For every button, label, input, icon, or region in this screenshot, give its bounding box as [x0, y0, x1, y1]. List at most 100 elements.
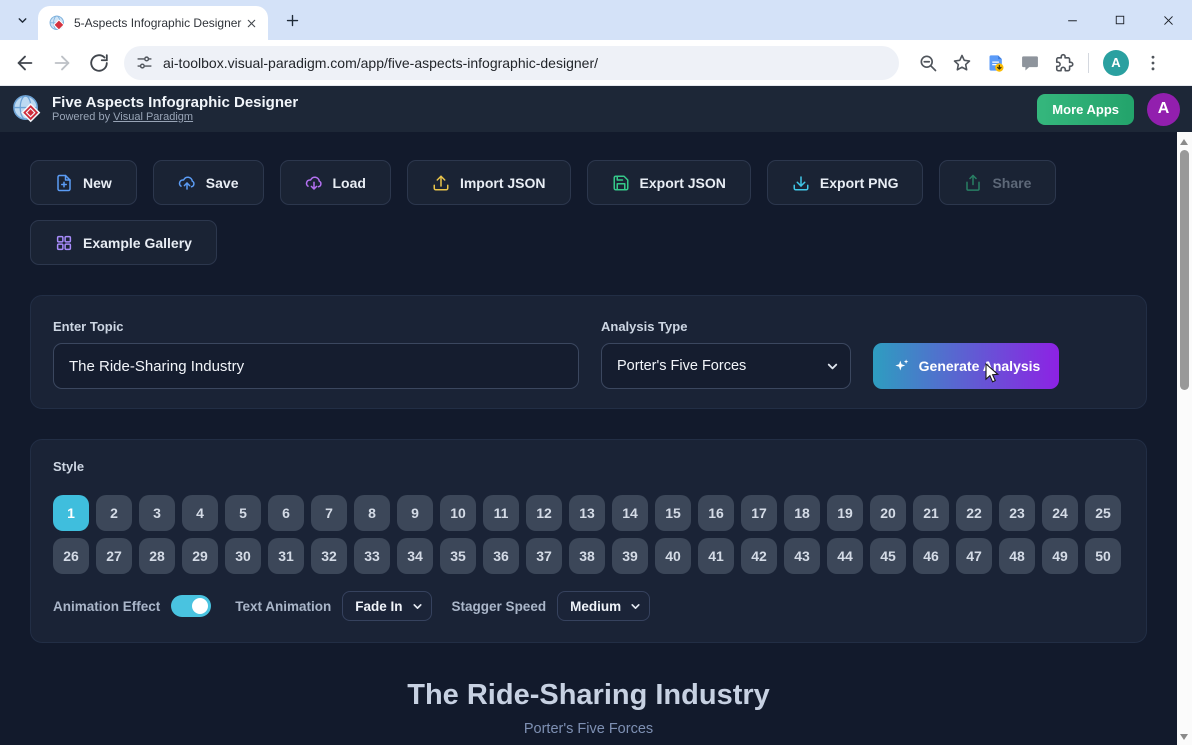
example-gallery-label: Example Gallery: [83, 234, 192, 251]
bookmark-star-icon[interactable]: [952, 53, 972, 73]
zoom-icon[interactable]: [918, 53, 938, 73]
action-button-load[interactable]: Load: [279, 160, 391, 205]
style-button-28[interactable]: 28: [139, 538, 175, 574]
style-button-6[interactable]: 6: [268, 495, 304, 531]
tab-search-button[interactable]: [9, 7, 36, 34]
style-button-36[interactable]: 36: [483, 538, 519, 574]
forward-icon[interactable]: [51, 52, 73, 74]
close-window-button[interactable]: [1144, 0, 1192, 40]
style-button-7[interactable]: 7: [311, 495, 347, 531]
style-button-38[interactable]: 38: [569, 538, 605, 574]
animation-effect-toggle[interactable]: [171, 595, 212, 617]
minimize-button[interactable]: [1048, 0, 1096, 40]
action-button-export-png[interactable]: Export PNG: [766, 160, 924, 205]
style-button-15[interactable]: 15: [655, 495, 691, 531]
action-button-import-json[interactable]: Import JSON: [406, 160, 571, 205]
style-button-16[interactable]: 16: [698, 495, 734, 531]
style-button-32[interactable]: 32: [311, 538, 347, 574]
style-button-45[interactable]: 45: [870, 538, 906, 574]
style-button-35[interactable]: 35: [440, 538, 476, 574]
style-button-47[interactable]: 47: [956, 538, 992, 574]
new-tab-button[interactable]: [281, 9, 304, 32]
style-button-34[interactable]: 34: [397, 538, 433, 574]
style-button-44[interactable]: 44: [827, 538, 863, 574]
analysis-type-select[interactable]: Porter's Five Forces: [601, 343, 851, 389]
style-button-10[interactable]: 10: [440, 495, 476, 531]
grid-icon: [55, 234, 73, 252]
tune-icon[interactable]: [136, 54, 153, 71]
style-button-39[interactable]: 39: [612, 538, 648, 574]
style-button-41[interactable]: 41: [698, 538, 734, 574]
menu-dots-icon[interactable]: [1143, 53, 1163, 73]
style-button-2[interactable]: 2: [96, 495, 132, 531]
style-button-19[interactable]: 19: [827, 495, 863, 531]
style-button-17[interactable]: 17: [741, 495, 777, 531]
text-animation-select[interactable]: Fade In: [342, 591, 432, 621]
style-button-9[interactable]: 9: [397, 495, 433, 531]
style-button-5[interactable]: 5: [225, 495, 261, 531]
style-button-23[interactable]: 23: [999, 495, 1035, 531]
user-avatar[interactable]: A: [1147, 92, 1180, 126]
style-button-40[interactable]: 40: [655, 538, 691, 574]
docs-offline-icon[interactable]: [986, 53, 1006, 73]
style-button-4[interactable]: 4: [182, 495, 218, 531]
more-apps-button[interactable]: More Apps: [1037, 93, 1134, 125]
style-button-21[interactable]: 21: [913, 495, 949, 531]
style-button-27[interactable]: 27: [96, 538, 132, 574]
style-button-24[interactable]: 24: [1042, 495, 1078, 531]
favicon: [49, 15, 65, 31]
style-button-25[interactable]: 25: [1085, 495, 1121, 531]
style-button-1[interactable]: 1: [53, 495, 89, 531]
style-button-29[interactable]: 29: [182, 538, 218, 574]
action-button-share[interactable]: Share: [939, 160, 1057, 205]
example-gallery-button[interactable]: Example Gallery: [30, 220, 217, 265]
tab-close-icon[interactable]: [243, 15, 260, 32]
extensions-icon[interactable]: [1054, 53, 1074, 73]
action-button-new[interactable]: New: [30, 160, 137, 205]
style-button-48[interactable]: 48: [999, 538, 1035, 574]
style-button-12[interactable]: 12: [526, 495, 562, 531]
topic-field-block: Enter Topic: [53, 319, 579, 389]
visual-paradigm-logo: [13, 94, 41, 122]
address-bar[interactable]: ai-toolbox.visual-paradigm.com/app/five-…: [124, 45, 899, 80]
visual-paradigm-link[interactable]: Visual Paradigm: [113, 111, 193, 123]
share-icon: [964, 174, 982, 192]
style-button-11[interactable]: 11: [483, 495, 519, 531]
reload-icon[interactable]: [88, 52, 110, 74]
action-button-save[interactable]: Save: [152, 160, 264, 205]
scroll-up-arrow-icon[interactable]: [1180, 139, 1188, 145]
style-button-43[interactable]: 43: [784, 538, 820, 574]
generate-analysis-button[interactable]: Generate Analysis: [873, 343, 1059, 389]
back-icon[interactable]: [14, 52, 36, 74]
feedback-icon[interactable]: [1020, 53, 1040, 73]
maximize-button[interactable]: [1096, 0, 1144, 40]
style-button-50[interactable]: 50: [1085, 538, 1121, 574]
scroll-down-arrow-icon[interactable]: [1180, 734, 1188, 740]
action-button-export-json[interactable]: Export JSON: [586, 160, 751, 205]
style-button-37[interactable]: 37: [526, 538, 562, 574]
profile-avatar[interactable]: A: [1103, 49, 1129, 76]
style-button-31[interactable]: 31: [268, 538, 304, 574]
style-button-13[interactable]: 13: [569, 495, 605, 531]
style-button-33[interactable]: 33: [354, 538, 390, 574]
style-button-26[interactable]: 26: [53, 538, 89, 574]
download-icon: [792, 174, 810, 192]
topic-input[interactable]: [53, 343, 579, 389]
style-button-49[interactable]: 49: [1042, 538, 1078, 574]
style-button-22[interactable]: 22: [956, 495, 992, 531]
style-button-18[interactable]: 18: [784, 495, 820, 531]
toggle-knob: [192, 598, 209, 614]
style-button-3[interactable]: 3: [139, 495, 175, 531]
style-button-42[interactable]: 42: [741, 538, 777, 574]
stagger-speed-select[interactable]: Medium: [557, 591, 651, 621]
browser-tab[interactable]: 5-Aspects Infographic Designer: [38, 6, 268, 40]
style-button-20[interactable]: 20: [870, 495, 906, 531]
style-button-14[interactable]: 14: [612, 495, 648, 531]
style-button-46[interactable]: 46: [913, 538, 949, 574]
style-button-8[interactable]: 8: [354, 495, 390, 531]
vertical-scrollbar[interactable]: [1177, 132, 1192, 745]
topic-form-card: Enter Topic Analysis Type Porter's Five …: [30, 295, 1147, 409]
scrollbar-thumb[interactable]: [1180, 150, 1189, 390]
file-plus-icon: [55, 174, 73, 192]
style-button-30[interactable]: 30: [225, 538, 261, 574]
